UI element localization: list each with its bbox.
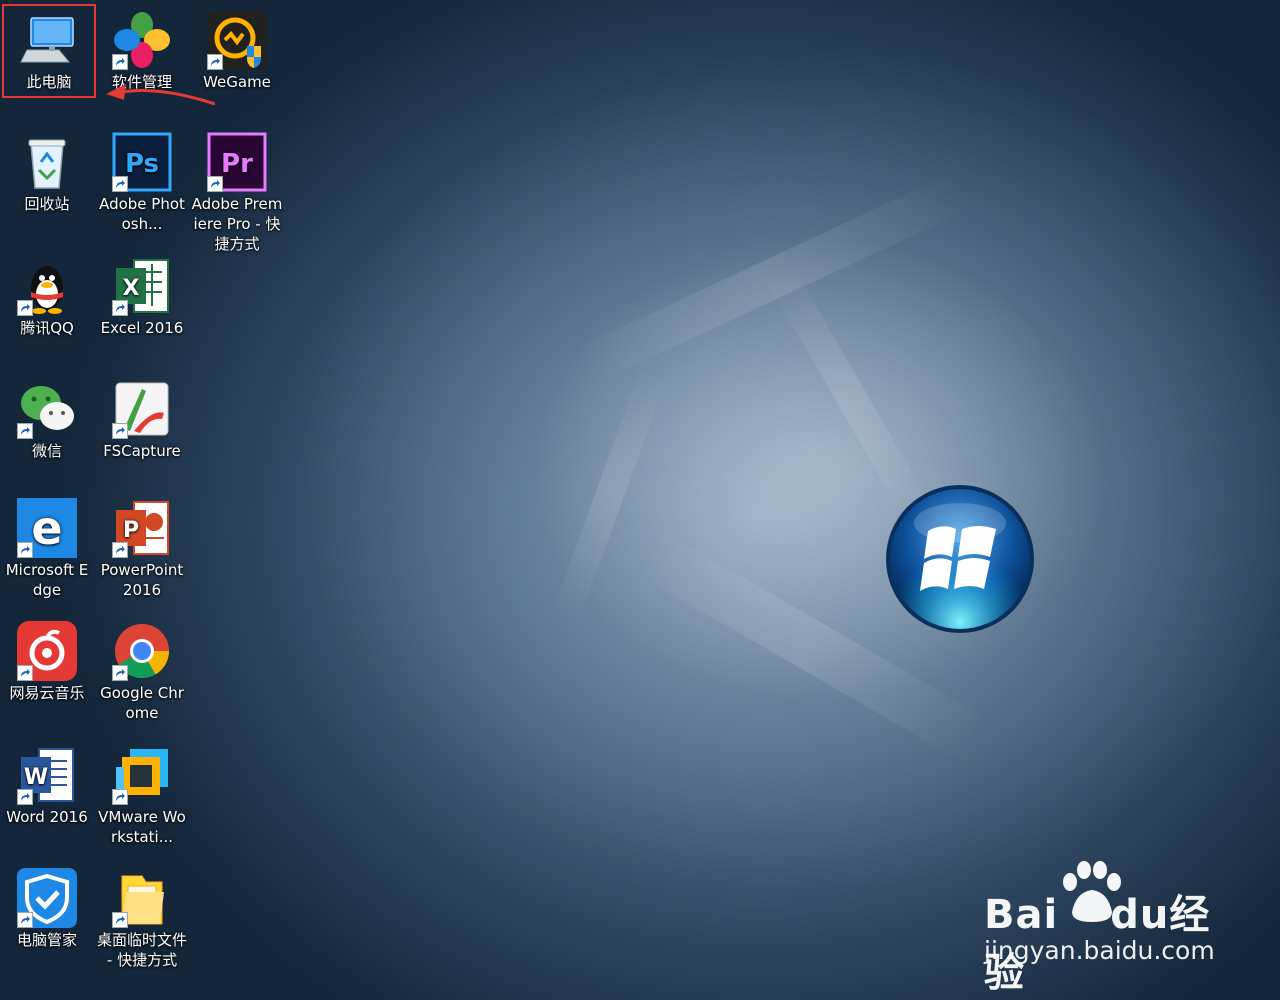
shortcut-arrow-icon [112,176,128,192]
svg-text:P: P [123,518,139,543]
desktop-icon-qq[interactable]: 腾讯QQ [1,252,93,338]
shortcut-arrow-icon [112,54,128,70]
folder-icon [112,868,172,928]
shortcut-arrow-icon [112,300,128,316]
baidu-watermark: Bai du经验 jingyan.baidu.com [980,860,1220,996]
premiere-icon: Pr [207,132,267,192]
icon-label: Microsoft Edge [5,561,89,599]
shortcut-arrow-icon [112,542,128,558]
wechat-icon [17,379,77,439]
word-icon: W [17,745,77,805]
shortcut-arrow-icon [112,912,128,928]
edge-icon: e [17,498,77,558]
vmware-icon [112,745,172,805]
icon-label: Adobe Photosh... [99,195,185,233]
icon-label: Adobe Premiere Pro - 快捷方式 [191,195,283,253]
desktop-icon-this-pc[interactable]: 此电脑 [2,4,96,98]
svg-text:Pr: Pr [221,149,253,179]
desktop-icon-wechat[interactable]: 微信 [1,375,93,461]
clover-icon [112,10,172,70]
shortcut-arrow-icon [17,542,33,558]
icon-label: FSCapture [103,442,181,460]
windows-logo [886,485,1034,633]
icon-label: 腾讯QQ [20,319,74,337]
shortcut-arrow-icon [207,176,223,192]
svg-text:Ps: Ps [125,149,159,179]
shortcut-arrow-icon [112,789,128,805]
shortcut-arrow-icon [17,789,33,805]
svg-text:e: e [31,501,62,555]
watermark-url: jingyan.baidu.com [984,936,1215,965]
icon-label: Google Chrome [100,684,184,722]
icon-label: PowerPoint 2016 [100,561,184,599]
wallpaper-streak [552,367,668,621]
icon-label: VMware Workstati... [98,808,186,846]
desktop-icon-premiere[interactable]: Pr Adobe Premiere Pro - 快捷方式 [191,128,283,254]
computer-icon [19,10,79,70]
shortcut-arrow-icon [17,300,33,316]
desktop-icon-recycle-bin[interactable]: 回收站 [1,128,93,214]
qq-penguin-icon [17,256,77,316]
icon-label: 桌面临时文件 - 快捷方式 [96,931,187,969]
desktop-icon-excel[interactable]: X Excel 2016 [96,252,188,338]
desktop-icon-photoshop[interactable]: Ps Adobe Photosh... [96,128,188,234]
shortcut-arrow-icon [17,912,33,928]
desktop-icon-vmware[interactable]: VMware Workstati... [96,741,188,847]
annotation-arrow [106,84,215,106]
watermark-brand-left: Bai [984,892,1059,938]
shortcut-arrow-icon [112,665,128,681]
icon-label: 微信 [31,442,62,460]
desktop-icon-netease-music[interactable]: 网易云音乐 [1,617,93,703]
desktop-icon-edge[interactable]: e Microsoft Edge [1,494,93,600]
icon-label: 此电脑 [26,73,72,91]
excel-icon: X [112,256,172,316]
shortcut-arrow-icon [112,423,128,439]
icon-label: Excel 2016 [100,319,184,337]
shortcut-arrow-icon [17,665,33,681]
shield-check-icon [17,868,77,928]
desktop[interactable]: 此电脑 回收站 腾讯QQ 微信 e Microsoft Edge 网易云音乐 W… [0,0,1280,1000]
netease-music-icon [17,621,77,681]
recycle-bin-icon [17,132,77,192]
desktop-icon-powerpoint[interactable]: P PowerPoint 2016 [96,494,188,600]
svg-text:X: X [123,276,140,301]
wegame-icon [207,10,267,70]
desktop-icon-fscapture[interactable]: FSCapture [96,375,188,461]
paw-icon [1063,861,1121,922]
icon-label: Word 2016 [6,808,88,826]
powerpoint-icon: P [112,498,172,558]
desktop-icon-temp-folder[interactable]: 桌面临时文件 - 快捷方式 [96,864,188,970]
icon-label: 回收站 [24,195,70,213]
desktop-icon-pc-manager[interactable]: 电脑管家 [1,864,93,950]
icon-label: 网易云音乐 [9,684,85,702]
shortcut-arrow-icon [207,54,223,70]
photoshop-icon: Ps [112,132,172,192]
fscapture-icon [112,379,172,439]
svg-text:W: W [24,765,48,790]
icon-label: 电脑管家 [16,931,77,949]
chrome-icon [112,621,172,681]
shortcut-arrow-icon [17,423,33,439]
desktop-icon-word[interactable]: W Word 2016 [1,741,93,827]
wallpaper-streak [571,173,969,387]
desktop-icon-chrome[interactable]: Google Chrome [96,617,188,723]
